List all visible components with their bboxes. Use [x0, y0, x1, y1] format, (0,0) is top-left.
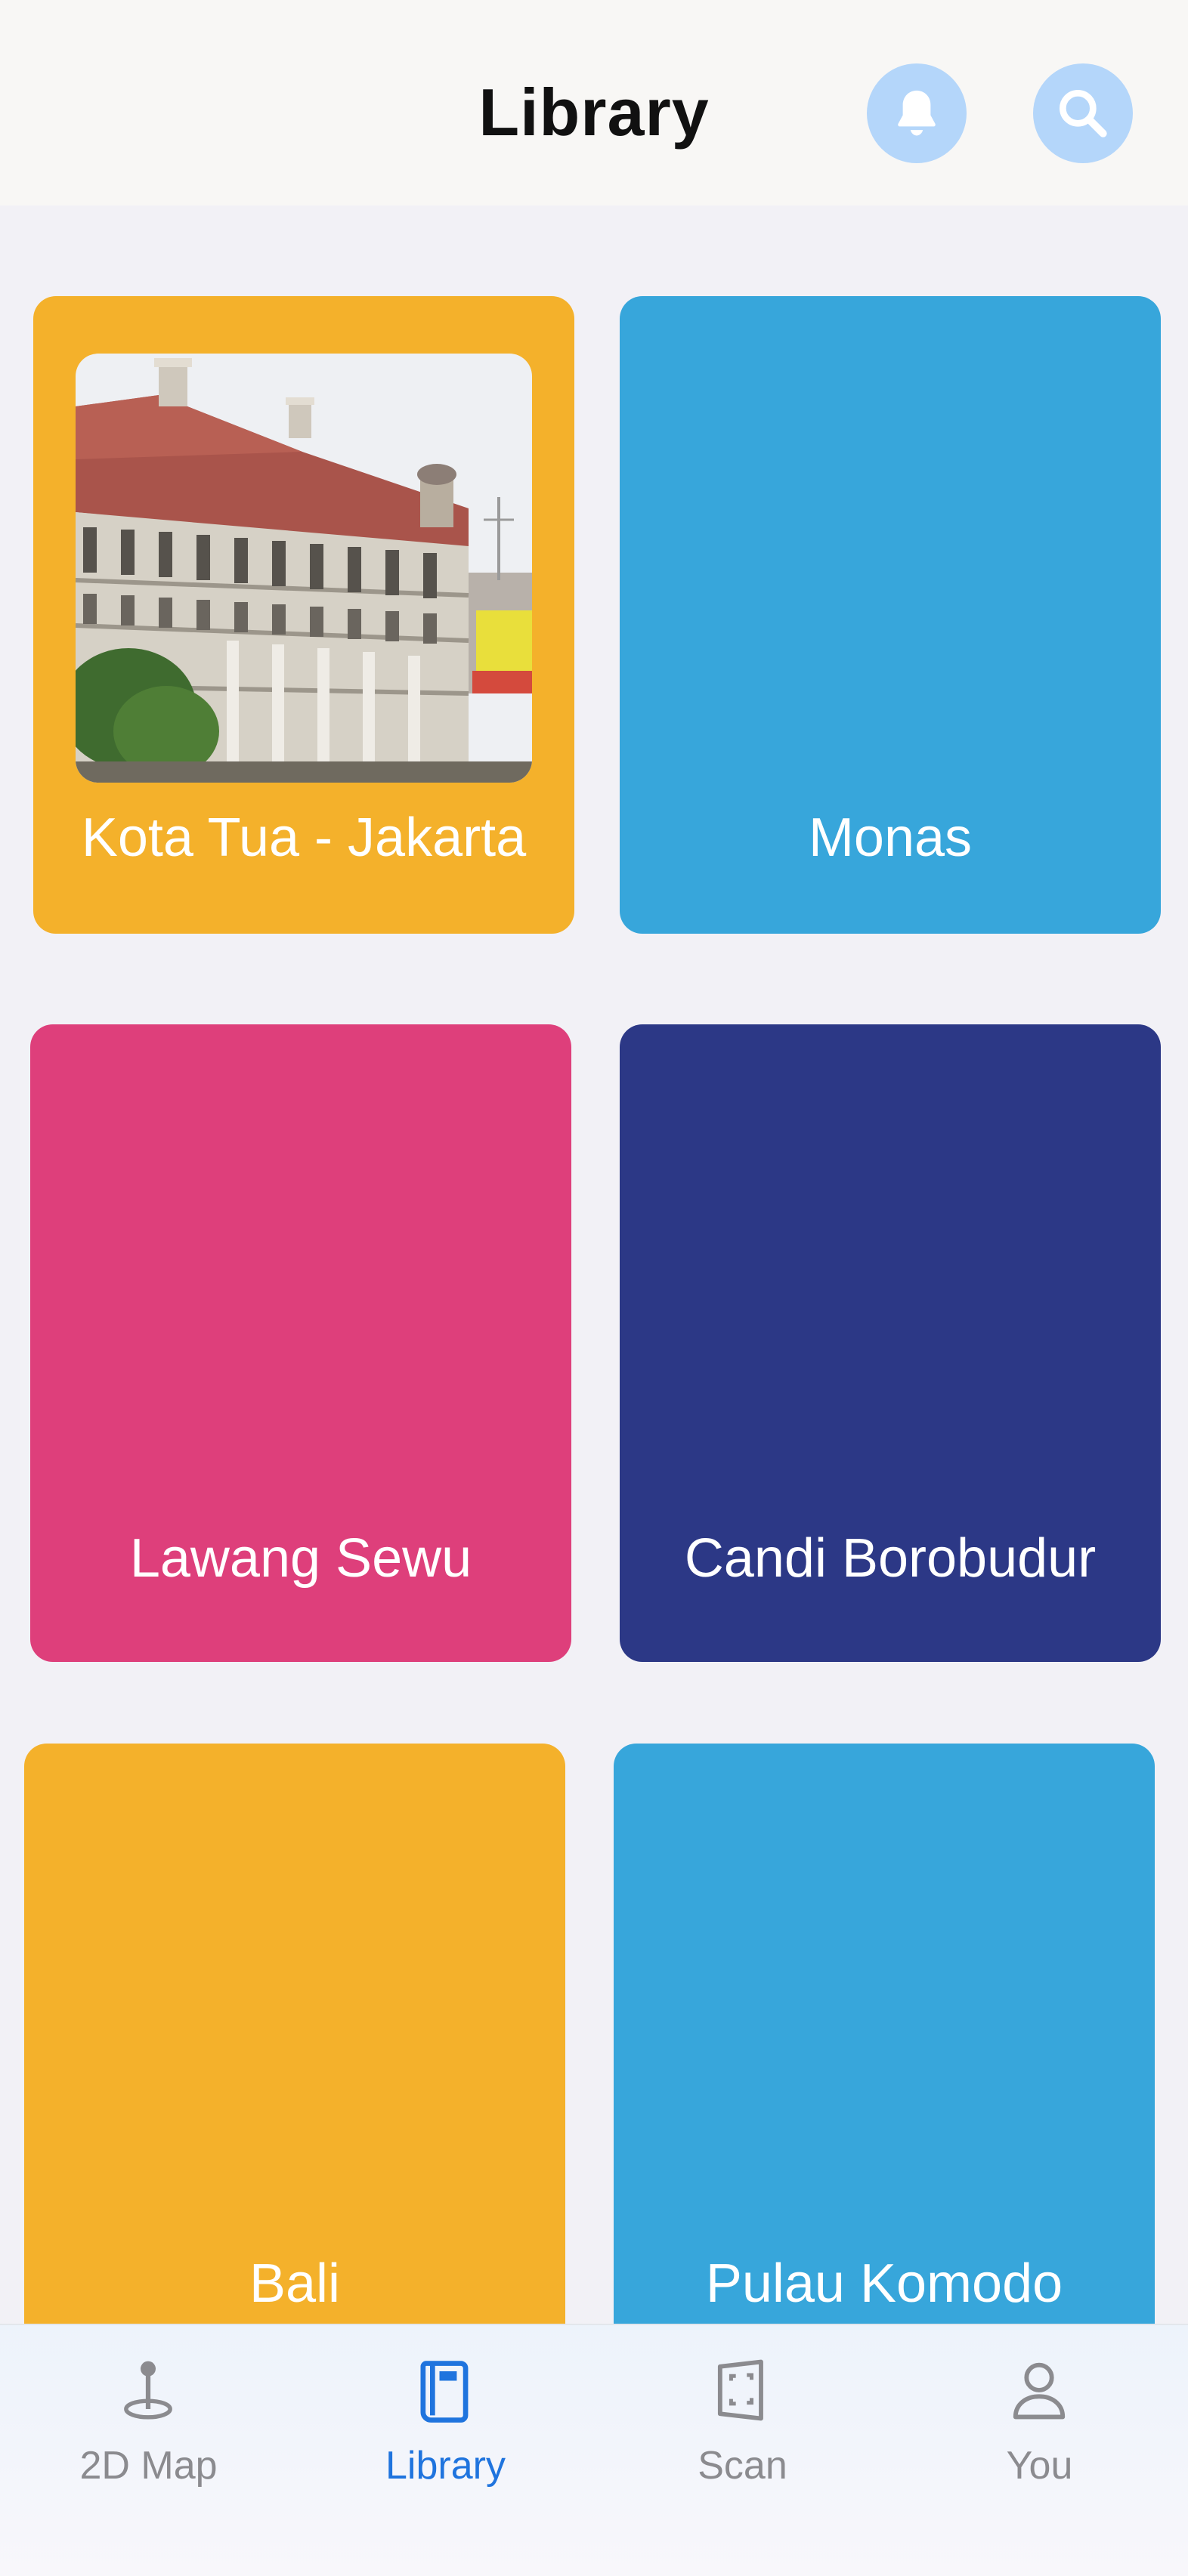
building-illustration — [76, 354, 532, 783]
card-kota-tua-jakarta[interactable]: Kota Tua - Jakarta — [33, 296, 574, 934]
search-icon — [1060, 90, 1107, 137]
book-icon — [420, 2361, 469, 2423]
tab-bar: 2D Map Library Scan You — [0, 2324, 1188, 2576]
tab-label: You — [1006, 2444, 1073, 2488]
kota-tua-photo — [76, 354, 532, 783]
card-label: Bali — [249, 2253, 341, 2314]
tab-2d-map[interactable]: 2D Map — [0, 2325, 297, 2576]
card-pulau-komodo[interactable]: Pulau Komodo — [614, 1744, 1155, 2381]
card-label: Candi Borobudur — [684, 1528, 1097, 1589]
tab-you[interactable]: You — [891, 2325, 1188, 2576]
tab-scan[interactable]: Scan — [594, 2325, 891, 2576]
card-monas[interactable]: Monas — [620, 296, 1161, 934]
scan-icon — [717, 2359, 763, 2421]
person-icon — [1013, 2362, 1066, 2420]
notifications-button[interactable] — [867, 63, 967, 163]
card-bali[interactable]: Bali — [24, 1744, 565, 2381]
card-lawang-sewu[interactable]: Lawang Sewu — [30, 1024, 571, 1662]
page-title: Library — [478, 75, 710, 150]
card-candi-borobudur[interactable]: Candi Borobudur — [620, 1024, 1161, 1662]
tab-label: Library — [385, 2444, 506, 2488]
tab-label: 2D Map — [79, 2444, 218, 2488]
card-label: Kota Tua - Jakarta — [81, 808, 527, 868]
bell-icon — [898, 90, 936, 136]
card-label: Monas — [808, 808, 973, 868]
top-bar: Library — [0, 0, 1188, 205]
tab-label: Scan — [698, 2444, 787, 2488]
search-button[interactable] — [1033, 63, 1133, 163]
card-label: Pulau Komodo — [705, 2253, 1063, 2314]
tab-library[interactable]: Library — [297, 2325, 594, 2576]
card-label: Lawang Sewu — [129, 1528, 472, 1589]
map-pin-icon — [124, 2361, 172, 2420]
